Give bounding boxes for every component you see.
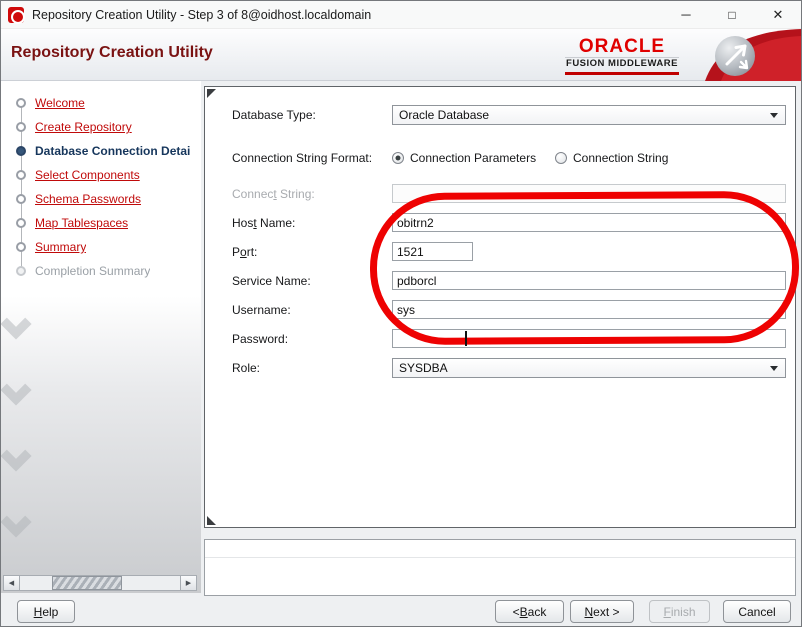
port-label: Port: bbox=[232, 245, 258, 259]
connection-details-panel: Database Type: Oracle Database Connectio… bbox=[204, 86, 796, 528]
step-label: Welcome bbox=[35, 96, 85, 110]
back-button[interactable]: < Back bbox=[495, 600, 564, 623]
header-globe-graphic bbox=[691, 29, 801, 81]
wizard-steps-sidebar: Welcome Create Repository Database Conne… bbox=[1, 81, 201, 593]
service-name-input[interactable] bbox=[392, 271, 786, 290]
chevron-down-icon bbox=[770, 113, 778, 118]
decorative-chevron bbox=[1, 374, 32, 406]
step-label: Create Repository bbox=[35, 120, 132, 134]
sidebar-step-database-connection-details[interactable]: Database Connection Details bbox=[11, 139, 191, 163]
finish-button: Finish bbox=[649, 600, 710, 623]
fusion-middleware-label: FUSION MIDDLEWARE bbox=[565, 57, 679, 69]
step-bullet-icon bbox=[16, 266, 26, 276]
username-row: Username: bbox=[205, 300, 795, 320]
port-input[interactable] bbox=[392, 242, 473, 261]
decorative-chevron bbox=[1, 506, 32, 538]
step-bullet-icon bbox=[16, 146, 26, 156]
page-title: Repository Creation Utility bbox=[11, 44, 213, 61]
scroll-right-icon[interactable]: ▶ bbox=[180, 576, 196, 590]
role-label: Role: bbox=[232, 361, 261, 375]
step-label: Select Components bbox=[35, 168, 140, 182]
radio-unselected-icon bbox=[555, 152, 567, 164]
sidebar-step-create-repository[interactable]: Create Repository bbox=[11, 115, 132, 139]
scroll-indicator-top bbox=[207, 89, 216, 98]
step-label: Schema Passwords bbox=[35, 192, 142, 206]
step-label: Completion Summary bbox=[35, 264, 151, 278]
chevron-down-icon bbox=[770, 366, 778, 371]
sidebar-step-summary[interactable]: Summary bbox=[11, 235, 86, 259]
rcu-window: Repository Creation Utility - Step 3 of … bbox=[0, 0, 802, 627]
sidebar-step-completion-summary: Completion Summary bbox=[11, 259, 150, 283]
role-row: Role: SYSDBA bbox=[205, 358, 795, 378]
password-input[interactable] bbox=[392, 329, 786, 348]
logo-red-bar bbox=[565, 72, 679, 75]
role-select[interactable]: SYSDBA bbox=[392, 358, 786, 378]
decorative-chevron bbox=[1, 440, 32, 472]
connect-string-row: Connect String: bbox=[205, 184, 795, 204]
oracle-logo: ORACLE FUSION MIDDLEWARE bbox=[565, 36, 679, 75]
text-caret bbox=[465, 331, 467, 346]
oracle-wordmark: ORACLE bbox=[578, 36, 666, 57]
radio-label: Connection String bbox=[573, 151, 669, 165]
username-input[interactable] bbox=[392, 300, 786, 319]
connect-string-label: Connect String: bbox=[232, 187, 315, 201]
step-bullet-icon bbox=[16, 98, 26, 108]
minimize-button[interactable]: ─ bbox=[663, 1, 709, 28]
service-name-row: Service Name: bbox=[205, 271, 795, 291]
scroll-indicator-bottom bbox=[207, 516, 216, 525]
step-label: Summary bbox=[35, 240, 87, 254]
host-name-input[interactable] bbox=[392, 213, 786, 232]
role-value: SYSDBA bbox=[399, 361, 448, 375]
radio-label: Connection Parameters bbox=[410, 151, 537, 165]
scroll-left-icon[interactable]: ◀ bbox=[4, 576, 20, 590]
next-button[interactable]: Next > bbox=[570, 600, 634, 623]
database-type-value: Oracle Database bbox=[399, 108, 490, 122]
radio-selected-icon bbox=[392, 152, 404, 164]
sidebar-step-welcome[interactable]: Welcome bbox=[11, 91, 85, 115]
maximize-button[interactable]: □ bbox=[709, 1, 755, 28]
titlebar: Repository Creation Utility - Step 3 of … bbox=[1, 1, 801, 29]
messages-divider bbox=[205, 557, 795, 558]
sidebar-step-map-tablespaces[interactable]: Map Tablespaces bbox=[11, 211, 128, 235]
close-button[interactable]: ✕ bbox=[755, 1, 801, 28]
sidebar-step-select-components[interactable]: Select Components bbox=[11, 163, 140, 187]
host-name-label: Host Name: bbox=[232, 216, 296, 230]
sidebar-horizontal-scrollbar[interactable]: ◀ ▶ bbox=[3, 575, 197, 591]
sidebar-step-schema-passwords[interactable]: Schema Passwords bbox=[11, 187, 141, 211]
password-row: Password: bbox=[205, 329, 795, 349]
radio-connection-parameters[interactable]: Connection Parameters bbox=[392, 148, 536, 168]
step-bullet-icon bbox=[16, 242, 26, 252]
database-type-select[interactable]: Oracle Database bbox=[392, 105, 786, 125]
step-label: Database Connection Details bbox=[35, 144, 191, 158]
window-controls: ─ □ ✕ bbox=[663, 1, 801, 28]
port-row: Port: bbox=[205, 242, 795, 262]
database-type-label: Database Type: bbox=[232, 108, 316, 122]
step-bullet-icon bbox=[16, 122, 26, 132]
host-name-row: Host Name: bbox=[205, 213, 795, 233]
step-bullet-icon bbox=[16, 170, 26, 180]
connection-string-format-row: Connection String Format: Connection Par… bbox=[205, 148, 795, 168]
decorative-chevron bbox=[1, 308, 32, 340]
step-bullet-icon bbox=[16, 218, 26, 228]
header-banner: Repository Creation Utility ORACLE FUSIO… bbox=[1, 29, 801, 81]
connect-string-input bbox=[392, 184, 786, 203]
messages-box bbox=[204, 539, 796, 596]
service-name-label: Service Name: bbox=[232, 274, 311, 288]
help-button[interactable]: Help bbox=[17, 600, 75, 623]
username-label: Username: bbox=[232, 303, 291, 317]
connection-string-format-label: Connection String Format: bbox=[232, 151, 373, 165]
radio-connection-string[interactable]: Connection String bbox=[555, 148, 668, 168]
scrollbar-track[interactable] bbox=[20, 576, 180, 590]
scrollbar-thumb[interactable] bbox=[52, 576, 122, 590]
step-label: Map Tablespaces bbox=[35, 216, 129, 230]
app-icon bbox=[8, 6, 25, 24]
cancel-button[interactable]: Cancel bbox=[723, 600, 791, 623]
database-type-row: Database Type: Oracle Database bbox=[205, 105, 795, 125]
window-title: Repository Creation Utility - Step 3 of … bbox=[32, 7, 372, 22]
step-bullet-icon bbox=[16, 194, 26, 204]
password-label: Password: bbox=[232, 332, 289, 346]
